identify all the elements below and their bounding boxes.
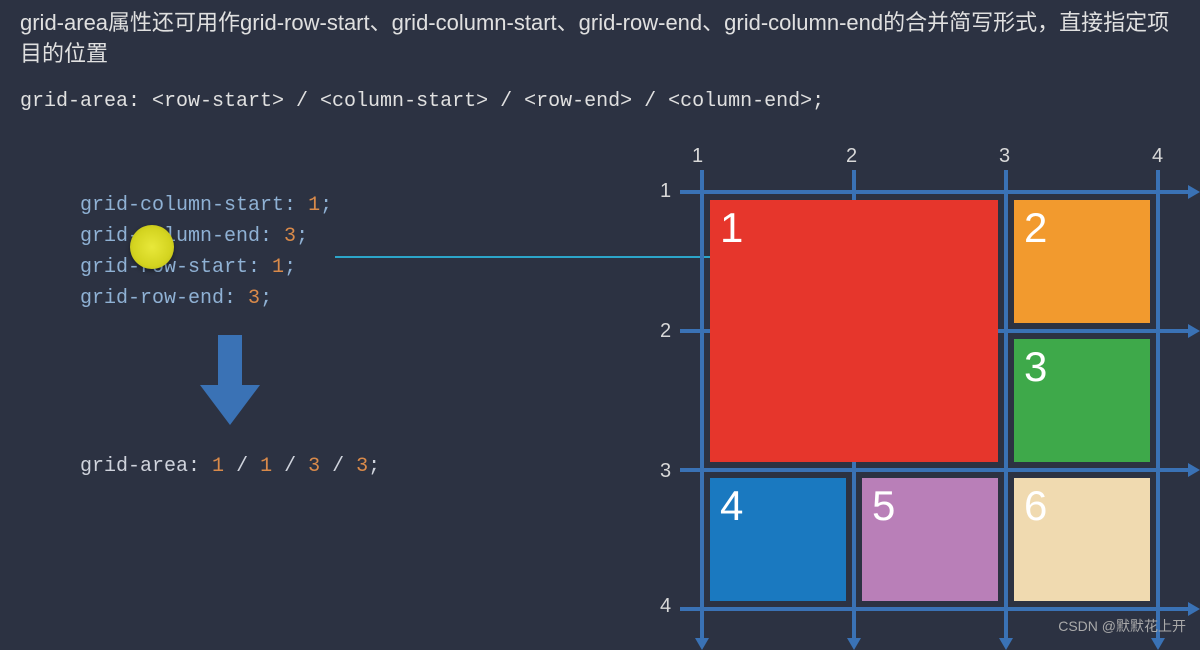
- col-label-4: 4: [1152, 145, 1163, 168]
- col-label-1: 1: [692, 145, 703, 168]
- watermark-text: CSDN @默默花上开: [1058, 616, 1186, 636]
- grid-cell-5: 5: [862, 478, 998, 601]
- row-label-1: 1: [660, 180, 671, 203]
- grid-wrap: 1 2 3 4 5 6: [700, 190, 1160, 610]
- code-line-3: grid-row-start: 1;: [80, 252, 332, 283]
- intro-text: grid-area属性还可用作grid-row-start、grid-colum…: [20, 8, 1180, 70]
- cursor-highlight-icon: [130, 225, 174, 269]
- down-arrow-icon: [200, 335, 260, 425]
- grid-col-line: [700, 170, 704, 640]
- row-label-3: 3: [660, 460, 671, 483]
- code-line-2: grid-column-end: 3;: [80, 221, 332, 252]
- grid-diagram: 1 2 3 4 1 2 3 4 1 2 3 4 5 6: [640, 135, 1180, 625]
- grid-cell-4: 4: [710, 478, 846, 601]
- grid-cell-3: 3: [1014, 339, 1150, 462]
- row-label-2: 2: [660, 320, 671, 343]
- code-line-4: grid-row-end: 3;: [80, 283, 332, 314]
- grid-cell-1: 1: [710, 200, 998, 462]
- grid-row-line: [680, 468, 1190, 472]
- grid-cell-6: 6: [1014, 478, 1150, 601]
- col-label-2: 2: [846, 145, 857, 168]
- row-label-4: 4: [660, 595, 671, 618]
- code-line-1: grid-column-start: 1;: [80, 190, 332, 221]
- syntax-line: grid-area: <row-start> / <column-start> …: [20, 90, 824, 113]
- shorthand-code: grid-area: 1 / 1 / 3 / 3;: [80, 455, 380, 478]
- grid-col-line: [1004, 170, 1008, 640]
- grid-col-line: [1156, 170, 1160, 640]
- grid-cell-2: 2: [1014, 200, 1150, 323]
- grid-row-line: [680, 607, 1190, 611]
- longhand-code: grid-column-start: 1; grid-column-end: 3…: [80, 190, 332, 314]
- col-label-3: 3: [999, 145, 1010, 168]
- grid-row-line: [680, 190, 1190, 194]
